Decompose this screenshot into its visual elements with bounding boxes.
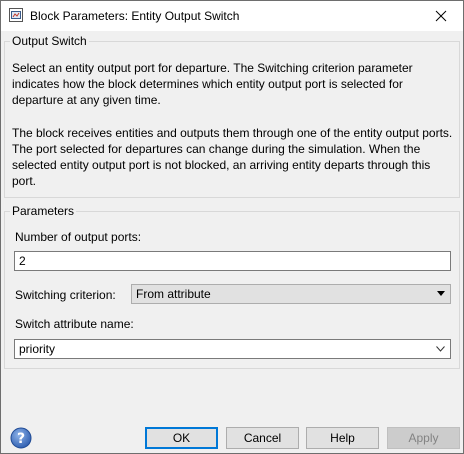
switching-criterion-dropdown[interactable]: From attribute [131, 284, 451, 304]
help-button[interactable]: Help [306, 427, 379, 449]
switching-criterion-label: Switching criterion: [15, 288, 116, 302]
ok-button[interactable]: OK [145, 427, 218, 449]
description-paragraph-2: The block receives entities and outputs … [12, 126, 453, 188]
chevron-down-icon [437, 291, 445, 296]
block-parameters-icon [9, 8, 23, 22]
description-paragraph-1: Select an entity output port for departu… [12, 61, 413, 107]
switch-attribute-label: Switch attribute name: [15, 317, 134, 331]
chevron-down-icon [436, 346, 445, 352]
title-bar: Block Parameters: Entity Output Switch [1, 1, 463, 31]
num-ports-input[interactable]: 2 [14, 251, 451, 271]
svg-text:?: ? [17, 431, 25, 447]
help-icon[interactable]: ? [10, 427, 32, 449]
cancel-button[interactable]: Cancel [226, 427, 299, 449]
switching-criterion-value: From attribute [136, 287, 211, 301]
num-ports-label: Number of output ports: [15, 230, 142, 244]
switch-attribute-value: priority [19, 342, 56, 356]
window-title: Block Parameters: Entity Output Switch [30, 9, 240, 23]
block-parameters-dialog: Block Parameters: Entity Output Switch O… [0, 0, 464, 454]
apply-button[interactable]: Apply [387, 427, 460, 449]
switch-attribute-combobox[interactable]: priority [14, 339, 451, 359]
parameters-legend: Parameters [10, 204, 77, 218]
close-button[interactable] [419, 1, 463, 31]
output-switch-legend: Output Switch [10, 34, 89, 48]
close-icon [435, 10, 447, 22]
